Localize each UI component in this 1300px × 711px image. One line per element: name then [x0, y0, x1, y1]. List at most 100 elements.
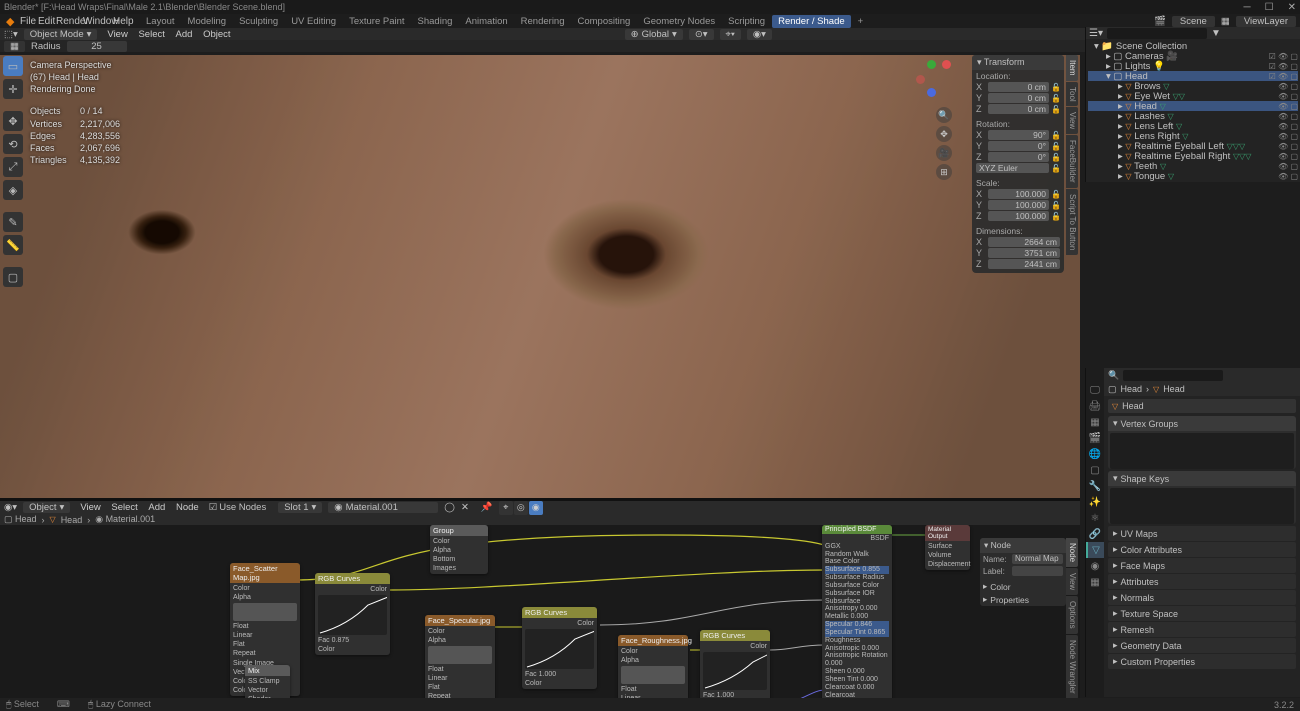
tab-sculpting[interactable]: Sculpting: [233, 15, 284, 28]
scale-y[interactable]: 100.000: [988, 200, 1049, 210]
prop-search[interactable]: [1123, 370, 1223, 381]
mat-x-icon[interactable]: ✕: [461, 502, 469, 513]
tool-scale[interactable]: ⤢: [3, 157, 23, 177]
tool-transform[interactable]: ◈: [3, 180, 23, 200]
prop-tab-physics[interactable]: ⚛: [1086, 510, 1104, 526]
prop-tab-scene[interactable]: 🎬: [1086, 430, 1104, 446]
scale-z[interactable]: 100.000: [988, 211, 1049, 221]
panel-shape-keys[interactable]: Shape Keys: [1121, 474, 1170, 484]
loc-y[interactable]: 0 cm: [988, 93, 1049, 103]
panel-colorattr[interactable]: Color Attributes: [1121, 545, 1183, 555]
vp-view[interactable]: View: [103, 29, 131, 40]
persp-icon[interactable]: ⊞: [936, 164, 952, 180]
nav-gizmo[interactable]: [912, 60, 952, 100]
node-rgb-curves-1[interactable]: RGB Curves Color Fac 0.875Color: [315, 573, 390, 655]
prop-tab-render[interactable]: 🖵: [1086, 382, 1104, 398]
panel-remesh[interactable]: Remesh: [1121, 625, 1155, 635]
scale-x[interactable]: 100.000: [988, 189, 1049, 199]
tool-measure[interactable]: 📏: [3, 235, 23, 255]
ne-select[interactable]: Select: [107, 502, 141, 513]
node-material-output[interactable]: Material Output SurfaceVolumeDisplacemen…: [925, 525, 970, 570]
tab-geonodes[interactable]: Geometry Nodes: [637, 15, 721, 28]
ne-tab-options[interactable]: Options: [1066, 596, 1078, 634]
zoom-icon[interactable]: 🔍: [936, 107, 952, 123]
prop-tab-material[interactable]: ◉: [1086, 558, 1104, 574]
outliner-filter-icon[interactable]: ▼: [1211, 28, 1221, 39]
ne-bread-obj[interactable]: Head: [15, 514, 37, 524]
pivot-drop[interactable]: ⊙▾: [689, 29, 714, 40]
orientation-drop[interactable]: ⊕ Global ▾: [625, 29, 683, 40]
shader-mode[interactable]: Object ▾: [23, 502, 70, 513]
prop-tab-data[interactable]: ▽: [1086, 542, 1104, 558]
mat-new-icon[interactable]: ◯: [444, 502, 455, 513]
panel-geodata[interactable]: Geometry Data: [1121, 641, 1182, 651]
tool-select-box[interactable]: ▭: [3, 56, 23, 76]
bread-obj[interactable]: Head: [1121, 384, 1143, 394]
node-canvas[interactable]: Face_Scatter Map.jpg ColorAlpha FloatLin…: [0, 525, 1080, 700]
panel-vertex-groups[interactable]: Vertex Groups: [1121, 419, 1179, 429]
rot-z[interactable]: 0°: [988, 152, 1049, 162]
prop-tab-object[interactable]: ▢: [1086, 462, 1104, 478]
ne-tab-node[interactable]: Node: [1066, 538, 1078, 567]
tab-rendering[interactable]: Rendering: [515, 15, 571, 28]
outliner-type-icon[interactable]: ☰▾: [1089, 28, 1103, 39]
lock-icon[interactable]: 🔓: [1051, 83, 1060, 92]
tab-view[interactable]: View: [1066, 107, 1078, 134]
3d-viewport[interactable]: Camera Perspective (67) Head | Head Rend…: [0, 55, 1080, 498]
mesh-name-field[interactable]: Head: [1122, 401, 1144, 411]
scene-field[interactable]: Scene: [1172, 16, 1215, 27]
prop-tab-viewlayer[interactable]: ▦: [1086, 414, 1104, 430]
node-mix[interactable]: Mix SS ClampVectorShader: [245, 665, 290, 700]
maximize-icon[interactable]: ☐: [1265, 2, 1274, 13]
ne-overlay-icon[interactable]: ◎: [514, 501, 528, 515]
rot-x[interactable]: 90°: [988, 130, 1049, 140]
node-image-rough[interactable]: Face_Roughness.jpg ColorAlpha FloatLinea…: [618, 635, 688, 700]
pin-icon[interactable]: 📌: [481, 502, 493, 513]
sk-list[interactable]: [1110, 488, 1294, 524]
prop-tab-texture[interactable]: ▦: [1086, 574, 1104, 590]
tab-modeling[interactable]: Modeling: [182, 15, 233, 28]
viewlayer-field[interactable]: ViewLayer: [1236, 16, 1296, 27]
node-color-panel[interactable]: Color: [990, 582, 1010, 592]
slot-drop[interactable]: Slot 1 ▾: [278, 502, 322, 513]
shader-editor-icon[interactable]: ◉▾: [4, 502, 17, 513]
tool-annotate[interactable]: ✎: [3, 212, 23, 232]
prop-tab-world[interactable]: 🌐: [1086, 446, 1104, 462]
tool-add-cube[interactable]: ▢: [3, 267, 23, 287]
rot-mode[interactable]: XYZ Euler: [976, 163, 1049, 173]
ne-tab-view[interactable]: View: [1066, 568, 1078, 595]
snap-drop[interactable]: ⌖▾: [720, 29, 741, 40]
tab-facebuilder[interactable]: FaceBuilder: [1066, 135, 1078, 188]
vp-select[interactable]: Select: [134, 29, 168, 40]
tab-item[interactable]: Item: [1066, 55, 1078, 81]
bread-mesh[interactable]: Head: [1163, 384, 1185, 394]
pan-icon[interactable]: ✥: [936, 126, 952, 142]
prop-tab-output[interactable]: 🖨: [1086, 398, 1104, 414]
vg-list[interactable]: [1110, 433, 1294, 469]
ne-bread-mat[interactable]: Material.001: [106, 514, 156, 524]
vp-tool-icon[interactable]: ▦: [4, 41, 25, 52]
rot-y[interactable]: 0°: [988, 141, 1049, 151]
loc-z[interactable]: 0 cm: [988, 104, 1049, 114]
tab-shading[interactable]: Shading: [412, 15, 459, 28]
panel-texspace[interactable]: Texture Space: [1121, 609, 1179, 619]
ne-tab-wrangler[interactable]: Node Wrangler: [1066, 635, 1078, 699]
node-image-spec[interactable]: Face_Specular.jpg ColorAlpha FloatLinear…: [425, 615, 495, 700]
ne-snap-icon[interactable]: ⌖: [499, 501, 513, 515]
tab-rendershade[interactable]: Render / Shade: [772, 15, 851, 28]
node-principled-bsdf[interactable]: Principled BSDF BSDF GGXRandom Walk Base…: [822, 525, 892, 700]
prop-search-icon[interactable]: 🔍: [1108, 370, 1119, 381]
tab-layout[interactable]: Layout: [140, 15, 181, 28]
node-props-panel[interactable]: Properties: [990, 595, 1029, 605]
obj-tongue[interactable]: Tongue: [1134, 171, 1165, 182]
tab-script[interactable]: Script To Button: [1066, 189, 1078, 255]
tab-texpaint[interactable]: Texture Paint: [343, 15, 410, 28]
dim-z[interactable]: 2441 cm: [988, 259, 1060, 269]
material-field[interactable]: ◉ Material.001: [328, 502, 438, 513]
tab-animation[interactable]: Animation: [459, 15, 513, 28]
panel-attributes[interactable]: Attributes: [1121, 577, 1159, 587]
node-label-field[interactable]: [1012, 566, 1063, 576]
tab-scripting[interactable]: Scripting: [722, 15, 771, 28]
use-nodes-check[interactable]: ☑Use Nodes: [209, 502, 267, 513]
node-rgb-curves-3[interactable]: RGB Curves Color Fac 1.000Color: [700, 630, 770, 700]
